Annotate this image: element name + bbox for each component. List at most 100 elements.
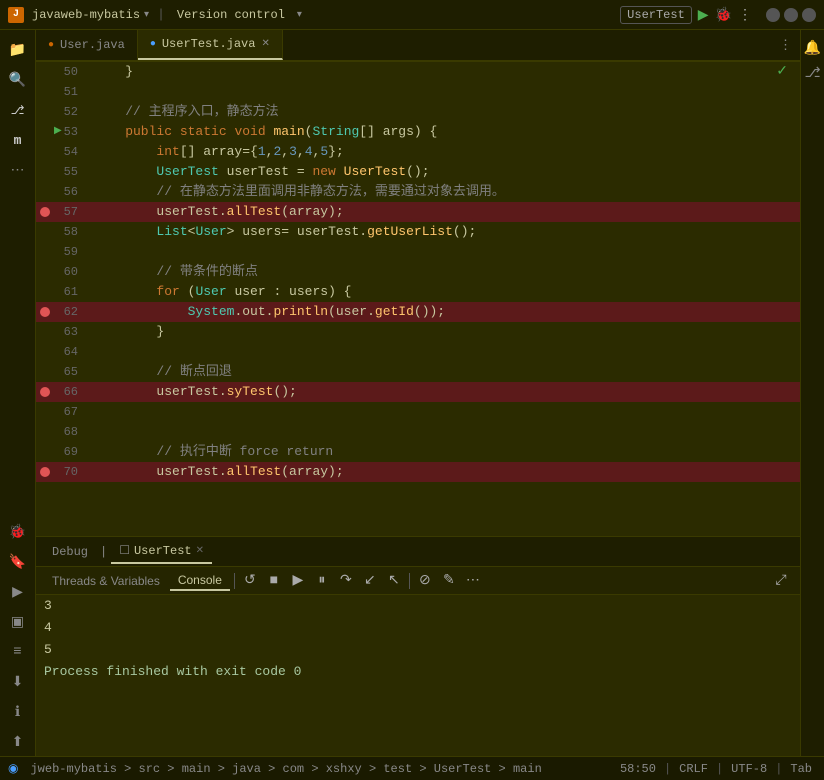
- line-number-69: 69: [36, 442, 86, 462]
- console-line-1: 3: [44, 595, 792, 617]
- line-number-57: 57: [36, 202, 86, 222]
- sidebar-icon-bottom[interactable]: ⬆: [4, 728, 32, 756]
- line-code-61: for (User user : users) {: [86, 282, 800, 302]
- sidebar-icon-folder[interactable]: 📁: [4, 36, 32, 64]
- left-sidebar: 📁 🔍 ⎇ m ⋯ 🐞 🔖 ▶ ▣ ≡ ⬇ ℹ ⬆: [0, 30, 36, 756]
- debug-panel: Debug | ☐ UserTest ✕ Threads & Variables…: [36, 536, 800, 756]
- run-button[interactable]: ▶: [698, 6, 709, 23]
- toolbar-separator: [234, 573, 235, 589]
- run-config-label[interactable]: UserTest: [620, 6, 692, 24]
- sidebar-icon-debug[interactable]: 🐞: [4, 518, 32, 546]
- line-code-59: [86, 242, 800, 262]
- main-layout: 📁 🔍 ⎇ m ⋯ 🐞 🔖 ▶ ▣ ≡ ⬇ ℹ ⬆ ● User.java ● …: [0, 30, 824, 756]
- more-actions-button[interactable]: ⋮: [738, 6, 752, 23]
- debug-threads-tab[interactable]: Threads & Variables: [44, 572, 168, 590]
- debug-stop-icon[interactable]: ■: [263, 570, 285, 592]
- line-number-68: 68: [36, 422, 86, 442]
- line-code-57: userTest.allTest(array);: [86, 202, 800, 222]
- run-mark: ✓: [776, 62, 788, 82]
- code-editor[interactable]: 50 } 51 52 // 主程序入口，静态方法 ▶ 53 public s: [36, 62, 800, 536]
- debug-more-icon[interactable]: ⋯: [462, 570, 484, 592]
- line-number-61: 61: [36, 282, 86, 302]
- sidebar-icon-download[interactable]: ⬇: [4, 668, 32, 696]
- toolbar-separator-2: [409, 573, 410, 589]
- console-process-line: Process finished with exit code 0: [44, 661, 792, 683]
- code-line-51: 51: [36, 82, 800, 102]
- debug-tab-close[interactable]: ✕: [196, 545, 204, 557]
- breakpoint-dot-70: [40, 467, 50, 477]
- tab-user-java[interactable]: ● User.java: [36, 30, 138, 60]
- line-number-58: 58: [36, 222, 86, 242]
- minimize-button[interactable]: [766, 8, 780, 22]
- line-number-62: 62: [36, 302, 86, 322]
- debug-stepover-icon[interactable]: ↷: [335, 570, 357, 592]
- debug-console-tab[interactable]: Console: [170, 571, 230, 591]
- code-line-70: 70 userTest.allTest(array);: [36, 462, 800, 482]
- indent[interactable]: Tab: [786, 762, 816, 776]
- close-button[interactable]: [802, 8, 816, 22]
- line-number-64: 64: [36, 342, 86, 362]
- sidebar-icon-list[interactable]: ≡: [4, 638, 32, 666]
- debug-stepinto-icon[interactable]: ↙: [359, 570, 381, 592]
- tab-more-button[interactable]: ⋮: [771, 30, 800, 60]
- tab-icon-usertest: ●: [150, 39, 156, 50]
- console-line-3: 5: [44, 639, 792, 661]
- app-icon: J: [8, 7, 24, 23]
- code-line-54: 54 int[] array={1,2,3,4,5};: [36, 142, 800, 162]
- line-number-70: 70: [36, 462, 86, 482]
- code-line-69: 69 // 执行中断 force return: [36, 442, 800, 462]
- console-line-2: 4: [44, 617, 792, 639]
- line-number-56: 56: [36, 182, 86, 202]
- run-area: UserTest ▶ 🐞 ⋮: [620, 6, 816, 24]
- debug-resume-icon[interactable]: ▶: [287, 570, 309, 592]
- debug-edit-icon[interactable]: ✎: [438, 570, 460, 592]
- code-line-58: 58 List<User> users= userTest.getUserLis…: [36, 222, 800, 242]
- debug-run-tab[interactable]: ☐ UserTest ✕: [111, 539, 212, 564]
- code-line-55: 55 UserTest userTest = new UserTest();: [36, 162, 800, 182]
- line-code-70: userTest.allTest(array);: [86, 462, 800, 482]
- sidebar-icon-info[interactable]: ℹ: [4, 698, 32, 726]
- line-ending[interactable]: CRLF: [675, 762, 712, 776]
- debug-button[interactable]: 🐞: [715, 6, 732, 23]
- line-code-66: userTest.syTest();: [86, 382, 800, 402]
- debug-expand-icon[interactable]: ⤢: [770, 570, 792, 592]
- debug-content[interactable]: 3 4 5 Process finished with exit code 0: [36, 595, 800, 756]
- debug-session-tab[interactable]: Debug: [44, 541, 96, 563]
- line-code-50: }: [86, 62, 800, 82]
- sidebar-icon-run[interactable]: ▶: [4, 578, 32, 606]
- code-line-66: 66 userTest.syTest();: [36, 382, 800, 402]
- code-line-59: 59: [36, 242, 800, 262]
- encoding[interactable]: UTF-8: [727, 762, 771, 776]
- code-line-61: 61 for (User user : users) {: [36, 282, 800, 302]
- line-code-63: }: [86, 322, 800, 342]
- vcs-button[interactable]: Version control: [173, 6, 289, 24]
- sidebar-icon-git[interactable]: ⎇: [4, 96, 32, 124]
- sidebar-icon-more[interactable]: ⋯: [4, 156, 32, 184]
- tab-close-button[interactable]: ✕: [261, 38, 269, 50]
- line-code-51: [86, 82, 800, 102]
- debug-stepout-icon[interactable]: ↖: [383, 570, 405, 592]
- sidebar-icon-search[interactable]: 🔍: [4, 66, 32, 94]
- sidebar-icon-m[interactable]: m: [4, 126, 32, 154]
- line-number-59: 59: [36, 242, 86, 262]
- line-number-65: 65: [36, 362, 86, 382]
- debug-pause-icon[interactable]: ⏸: [311, 570, 333, 592]
- tab-usertest-java[interactable]: ● UserTest.java ✕: [138, 30, 283, 60]
- debug-restore-icon[interactable]: ↺: [239, 570, 261, 592]
- sidebar-icon-bookmark[interactable]: 🔖: [4, 548, 32, 576]
- debug-tab-bar: Debug | ☐ UserTest ✕: [36, 537, 800, 567]
- code-line-50: 50 }: [36, 62, 800, 82]
- cursor-position[interactable]: 58:50: [616, 762, 660, 776]
- line-number-52: 52: [36, 102, 86, 122]
- line-code-54: int[] array={1,2,3,4,5};: [86, 142, 800, 162]
- debug-mute-icon[interactable]: ⊘: [414, 570, 436, 592]
- line-number-51: 51: [36, 82, 86, 102]
- status-bar: ◉ jweb-mybatis > src > main > java > com…: [0, 756, 824, 780]
- sidebar-icon-terminal[interactable]: ▣: [4, 608, 32, 636]
- line-code-56: // 在静态方法里面调用非静态方法，需要通过对象去调用。: [86, 182, 800, 202]
- right-icon-notifications[interactable]: 🔔: [800, 36, 824, 61]
- right-icon-git-changes[interactable]: ⎇: [800, 61, 824, 86]
- line-number-63: 63: [36, 322, 86, 342]
- maximize-button[interactable]: [784, 8, 798, 22]
- window-controls: [766, 8, 816, 22]
